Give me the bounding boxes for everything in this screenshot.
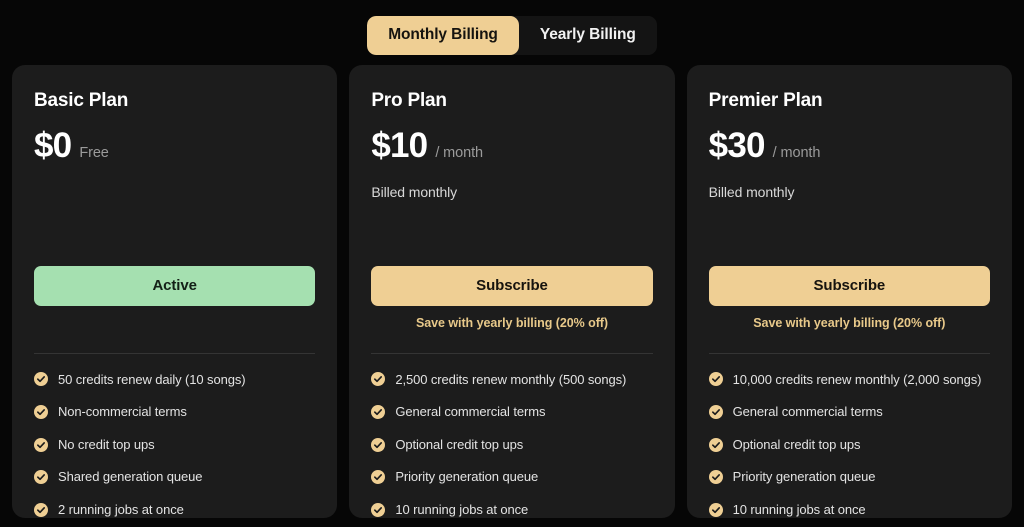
plan-price: $30 — [708, 126, 766, 166]
plan-feature-list: 50 credits renew daily (10 songs) Non-com… — [34, 372, 315, 518]
plan-cta-slot: Active — [34, 265, 316, 354]
plan-price-suffix: / month — [435, 145, 483, 162]
check-circle-icon — [34, 470, 48, 485]
feature-item: Non-commercial terms — [34, 404, 315, 420]
plan-price-row: $30 / month — [709, 128, 990, 163]
feature-label: 50 credits renew daily (10 songs) — [58, 371, 246, 387]
check-circle-icon — [708, 437, 723, 452]
feature-label: Optional credit top ups — [395, 436, 524, 452]
check-circle-icon — [34, 404, 48, 419]
plan-subscribe-button[interactable]: Subscribe — [371, 265, 653, 306]
feature-item: Priority generation queue — [708, 469, 990, 485]
plan-save-note: Save with yearly billing (20% off) — [415, 315, 609, 330]
card-divider — [34, 352, 316, 354]
toggle-yearly-billing[interactable]: Yearly Billing — [518, 16, 657, 55]
feature-item: No credit top ups — [34, 437, 315, 453]
check-circle-icon — [371, 372, 386, 387]
feature-label: Non-commercial terms — [58, 404, 187, 420]
feature-label: 10,000 credits renew monthly (2,000 song… — [732, 371, 982, 387]
plan-price: $0 — [34, 126, 72, 166]
check-circle-icon — [708, 502, 723, 517]
feature-item: Optional credit top ups — [708, 436, 990, 453]
feature-item: 2 running jobs at once — [34, 502, 315, 518]
plan-active-button[interactable]: Active — [34, 265, 316, 306]
feature-item: 10 running jobs at once — [371, 502, 652, 518]
toggle-monthly-billing[interactable]: Monthly Billing — [367, 16, 519, 55]
feature-label: General commercial terms — [395, 404, 546, 420]
feature-label: Shared generation queue — [58, 469, 203, 485]
check-circle-icon — [371, 470, 386, 485]
feature-label: Optional credit top ups — [732, 436, 861, 452]
plan-billing-note: Billed monthly — [708, 184, 795, 201]
check-circle-icon — [371, 437, 386, 452]
feature-label: Priority generation queue — [732, 469, 876, 485]
billing-toggle[interactable]: Monthly Billing Yearly Billing — [367, 16, 657, 55]
feature-label: 2,500 credits renew monthly (500 songs) — [395, 371, 627, 387]
check-circle-icon — [371, 404, 386, 419]
pricing-card: Basic Plan $0 Free Active 50 credits renew d… — [12, 64, 338, 518]
pricing-card: Premier Plan $30 / month Billed monthly Subs… — [686, 64, 1012, 518]
feature-item: 2,500 credits renew monthly (500 songs) — [371, 372, 652, 388]
plan-save-note: Save with yearly billing (20% off) — [753, 315, 946, 330]
plan-price-row: $0 Free — [34, 128, 315, 163]
check-circle-icon — [371, 502, 386, 517]
plan-name: Premier Plan — [708, 89, 823, 111]
plan-cta-slot: Subscribe Save with yearly billing (20% o… — [371, 265, 653, 354]
feature-label: 10 running jobs at once — [732, 501, 866, 517]
pricing-card: Pro Plan $10 / month Billed monthly Subscrib… — [349, 64, 675, 518]
plan-name: Basic Plan — [34, 89, 129, 111]
check-circle-icon — [708, 372, 723, 387]
feature-label: No credit top ups — [58, 436, 155, 452]
feature-item: General commercial terms — [708, 404, 990, 420]
plan-feature-list: 2,500 credits renew monthly (500 songs) G… — [371, 372, 652, 518]
plan-subscribe-button[interactable]: Subscribe — [708, 265, 990, 306]
feature-item: Optional credit top ups — [371, 437, 652, 453]
feature-label: 2 running jobs at once — [58, 501, 184, 517]
plan-feature-list: 10,000 credits renew monthly (2,000 song… — [708, 371, 990, 518]
feature-item: General commercial terms — [371, 404, 652, 420]
card-divider — [371, 352, 653, 354]
check-circle-icon — [34, 372, 48, 387]
feature-item: Priority generation queue — [371, 469, 652, 485]
check-circle-icon — [708, 470, 723, 485]
feature-item: 10,000 credits renew monthly (2,000 song… — [708, 371, 990, 388]
plan-price: $10 — [371, 126, 428, 166]
plan-billing-note: Billed monthly — [371, 184, 458, 201]
feature-label: General commercial terms — [732, 404, 883, 420]
feature-item: 50 credits renew daily (10 songs) — [34, 372, 315, 388]
check-circle-icon — [34, 437, 48, 452]
feature-label: 10 running jobs at once — [395, 501, 529, 517]
check-circle-icon — [708, 404, 723, 419]
check-circle-icon — [34, 502, 48, 517]
feature-item: Shared generation queue — [34, 469, 315, 485]
card-divider — [708, 352, 990, 354]
pricing-cards-container: Basic Plan $0 Free Active 50 credits renew d… — [0, 55, 1024, 518]
plan-billing-note — [34, 184, 315, 201]
plan-name: Pro Plan — [371, 89, 447, 111]
feature-label: Priority generation queue — [395, 469, 539, 485]
billing-toggle-container: Monthly Billing Yearly Billing — [0, 0, 1024, 55]
feature-item: 10 running jobs at once — [708, 501, 990, 518]
plan-price-suffix: Free — [79, 145, 109, 162]
plan-price-suffix: / month — [772, 145, 821, 162]
plan-cta-slot: Subscribe Save with yearly billing (20% o… — [708, 265, 990, 354]
plan-price-row: $10 / month — [371, 128, 652, 163]
